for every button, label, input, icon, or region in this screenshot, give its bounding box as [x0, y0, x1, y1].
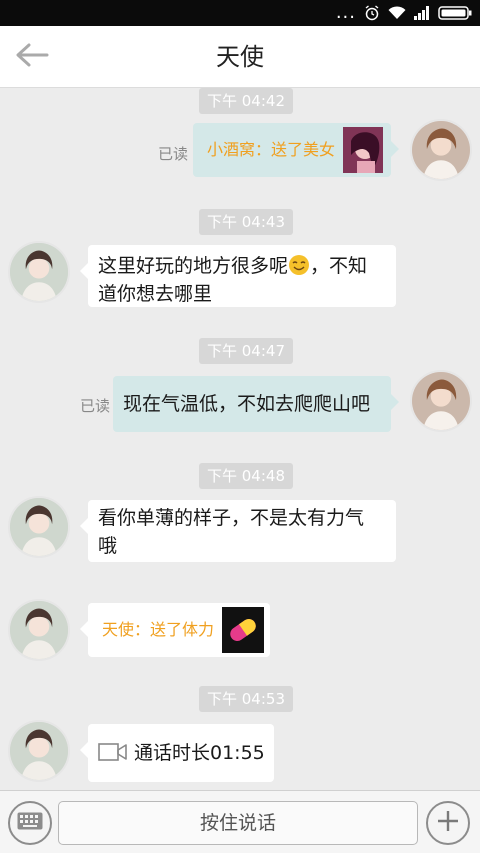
read-receipt: 已读 — [158, 145, 189, 163]
notification-dots: ... — [335, 2, 356, 23]
chat-message-list[interactable]: 下午 04:42 已读 小酒窝：送了美女 下午 04:43 这里好玩的地方很多呢… — [0, 88, 480, 790]
timestamp: 下午 04:48 — [199, 463, 293, 489]
chat-message-bubble[interactable]: 现在气温低，不如去爬爬山吧 — [113, 376, 399, 432]
chat-header: 天使 — [0, 26, 480, 88]
capsule-pill-icon — [222, 607, 264, 653]
back-button[interactable] — [12, 40, 52, 74]
battery-icon — [438, 6, 472, 20]
keyboard-toggle-button[interactable] — [8, 801, 52, 845]
avatar[interactable] — [8, 599, 70, 661]
read-receipt: 已读 — [80, 397, 111, 415]
more-options-button[interactable] — [426, 801, 470, 845]
gift-message-bubble[interactable]: 小酒窝：送了美女 — [193, 123, 399, 177]
alarm-icon — [364, 5, 380, 21]
page-title: 天使 — [216, 43, 264, 71]
keyboard-icon — [17, 812, 43, 834]
smile-emoji — [288, 254, 310, 276]
avatar[interactable] — [410, 370, 472, 432]
chat-message-bubble[interactable]: 看你单薄的样子，不是太有力气 哦 — [80, 500, 396, 562]
input-bar: 按住说话 — [0, 790, 480, 853]
arrow-left-icon — [15, 43, 49, 71]
timestamp: 下午 04:53 — [199, 686, 293, 712]
message-line: 道你想去哪里 — [98, 283, 213, 305]
gift-message-text: 小酒窝：送了美女 — [207, 140, 336, 159]
avatar[interactable] — [8, 720, 70, 782]
gift-message-bubble[interactable]: 天使：送了体力 — [80, 603, 270, 657]
video-camera-icon — [98, 741, 128, 771]
message-line: 哦 — [98, 535, 118, 557]
timestamp: 下午 04:42 — [199, 88, 293, 114]
hold-to-talk-button[interactable]: 按住说话 — [58, 801, 418, 845]
call-duration-text: 通话时长01:55 — [134, 742, 265, 764]
timestamp: 下午 04:47 — [199, 338, 293, 364]
girl-photo-gift — [343, 127, 383, 173]
message-text: 现在气温低，不如去爬爬山吧 — [123, 393, 371, 415]
message-line: 这里好玩的地方很多呢 ，不知 — [98, 254, 368, 277]
chat-message-bubble[interactable]: 这里好玩的地方很多呢 ，不知 道你想去哪里 — [80, 245, 396, 307]
message-line: 看你单薄的样子，不是太有力气 — [98, 507, 365, 529]
timestamp: 下午 04:43 — [199, 209, 293, 235]
wifi-icon — [388, 6, 406, 20]
signal-icon — [414, 6, 430, 20]
gift-message-text: 天使：送了体力 — [102, 620, 215, 639]
status-bar: ... — [0, 0, 480, 26]
avatar[interactable] — [8, 496, 70, 558]
plus-icon — [436, 809, 460, 837]
avatar[interactable] — [410, 119, 472, 181]
avatar[interactable] — [8, 241, 70, 303]
call-record-bubble[interactable]: 通话时长01:55 — [80, 724, 274, 782]
